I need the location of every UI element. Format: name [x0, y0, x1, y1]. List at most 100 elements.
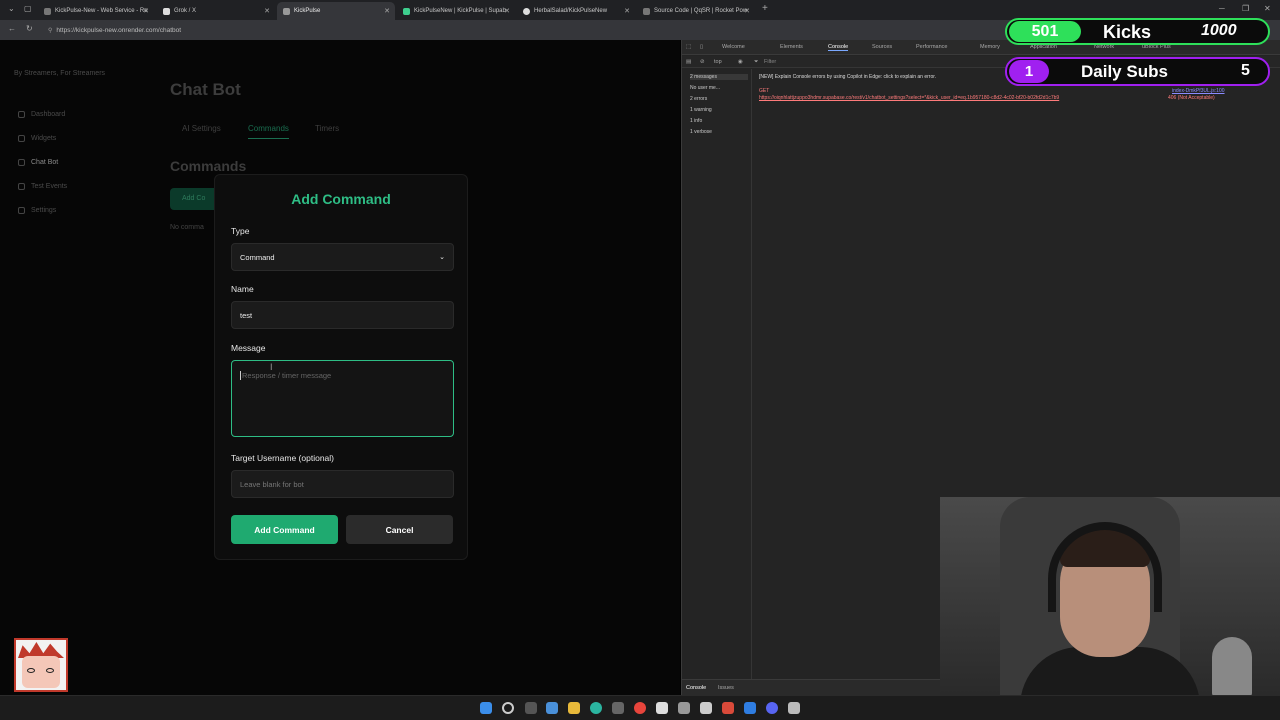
x-icon[interactable]: [656, 702, 668, 714]
category-verbose[interactable]: 1 verbose: [690, 129, 712, 135]
target-username-placeholder: Leave blank for bot: [240, 479, 304, 489]
cancel-button[interactable]: Cancel: [346, 515, 453, 544]
devtools-tab-elements[interactable]: Elements: [780, 44, 803, 50]
maximize-icon[interactable]: ❐: [1242, 4, 1249, 13]
webcam-feed: [940, 497, 1280, 695]
devtools-tab-welcome[interactable]: Welcome: [722, 44, 745, 50]
target-username-field[interactable]: Leave blank for bot: [231, 470, 454, 498]
error-url[interactable]: https://oiqnhlattjzuppo3hdmr.supabase.co…: [759, 95, 1059, 101]
widgets-icon[interactable]: [546, 702, 558, 714]
tab-timers[interactable]: Timers: [315, 124, 339, 133]
tab-label: KickPulseNew | KickPulse | Supab: [414, 8, 506, 14]
drawer-tab-issues[interactable]: Issues: [718, 685, 734, 691]
filter-icon: ⏷: [754, 59, 759, 65]
kicks-goal: 1000: [1201, 22, 1237, 39]
widgets-icon: [18, 135, 25, 142]
close-icon[interactable]: ✕: [624, 7, 630, 15]
kicks-goal-bar: 501 Kicks 1000: [1005, 18, 1270, 45]
sidebar-item-settings[interactable]: Settings: [18, 207, 56, 214]
discord-icon[interactable]: [766, 702, 778, 714]
app-icon[interactable]: [722, 702, 734, 714]
type-select[interactable]: Command ⌄: [231, 243, 454, 271]
inspect-icon[interactable]: ⬚: [686, 44, 691, 50]
tab-grok[interactable]: Grok / X ✕: [157, 2, 275, 20]
close-icon[interactable]: ✕: [384, 7, 390, 15]
close-icon[interactable]: ✕: [264, 7, 270, 15]
add-command-background-button[interactable]: Add Co: [170, 188, 220, 210]
back-icon[interactable]: ←: [8, 24, 16, 33]
app-icon[interactable]: [788, 702, 800, 714]
tab-render[interactable]: KickPulse-New - Web Service - Re ✕: [38, 2, 154, 20]
sidebar-toggle-icon[interactable]: ▤: [686, 59, 691, 65]
devtools-tab-performance[interactable]: Performance: [916, 44, 948, 50]
sidebar-item-dashboard[interactable]: Dashboard: [18, 111, 65, 118]
tab-source-code[interactable]: Source Code | QqSR | Rocket Pow ✕: [637, 2, 755, 20]
chat-icon: [18, 159, 25, 166]
tab-supabase[interactable]: KickPulseNew | KickPulse | Supab ✕: [397, 2, 515, 20]
edge-icon[interactable]: [590, 702, 602, 714]
minimize-icon[interactable]: ─: [1219, 4, 1225, 13]
category-user-messages[interactable]: No user me...: [690, 85, 720, 91]
filter-input[interactable]: Filter: [764, 59, 776, 65]
type-value: Command: [240, 252, 275, 262]
category-info[interactable]: 1 info: [690, 118, 702, 124]
modal-title: Add Command: [291, 191, 391, 207]
tab-label: Grok / X: [174, 8, 197, 14]
tab-label: KickPulse-New - Web Service - Re: [55, 8, 148, 14]
tab-commands[interactable]: Commands: [248, 124, 289, 139]
category-warnings[interactable]: 1 warning: [690, 107, 712, 113]
no-commands-text: No comma: [170, 224, 204, 231]
add-command-button[interactable]: Add Command: [231, 515, 338, 544]
avatar-eye: [46, 668, 54, 673]
close-icon[interactable]: ✕: [744, 7, 750, 15]
tab-menu-icon[interactable]: ⌄: [8, 4, 15, 13]
task-view-icon[interactable]: [525, 702, 537, 714]
text-caret: [240, 371, 241, 380]
file-explorer-icon[interactable]: [568, 702, 580, 714]
category-errors[interactable]: 2 errors: [690, 96, 707, 102]
url-field[interactable]: ⚲ https://kickpulse-new.onrender.com/cha…: [48, 24, 668, 36]
devtools-tab-console[interactable]: Console: [828, 44, 849, 51]
new-tab-button[interactable]: +: [762, 3, 768, 14]
context-select[interactable]: top: [714, 59, 722, 65]
refresh-icon[interactable]: ↻: [26, 24, 33, 33]
sidebar-item-label: Settings: [31, 207, 57, 214]
store-icon[interactable]: [612, 702, 624, 714]
app-icon[interactable]: [700, 702, 712, 714]
message-field[interactable]: Response / timer message: [231, 360, 454, 437]
app-icon[interactable]: [678, 702, 690, 714]
sidebar-item-test-events[interactable]: Test Events: [18, 183, 67, 190]
commands-heading: Commands: [170, 158, 247, 174]
window-close-icon[interactable]: ✕: [1264, 4, 1271, 13]
target-username-label: Target Username (optional): [231, 453, 334, 463]
vscode-icon[interactable]: [744, 702, 756, 714]
tab-kickpulse[interactable]: KickPulse ✕: [277, 2, 395, 20]
name-field[interactable]: test: [231, 301, 454, 329]
devtools-tab-sources[interactable]: Sources: [872, 44, 892, 50]
sidebar-item-chat-bot[interactable]: Chat Bot: [18, 159, 58, 166]
close-icon[interactable]: ✕: [143, 7, 149, 15]
error-status: 406 (Not Acceptable): [1168, 95, 1215, 101]
site-info-icon[interactable]: ⚲: [48, 27, 52, 34]
name-label: Name: [231, 284, 254, 294]
subs-count: 1: [1009, 60, 1049, 83]
eye-icon[interactable]: ◉: [738, 59, 743, 65]
clear-console-icon[interactable]: ⊘: [700, 59, 705, 65]
category-messages[interactable]: 2 messages: [690, 74, 748, 80]
sidebar-item-widgets[interactable]: Widgets: [18, 135, 56, 142]
microphone: [1212, 637, 1252, 695]
close-icon[interactable]: ✕: [504, 7, 510, 15]
tab-github[interactable]: HerbalSalad/KickPulseNew ✕: [517, 2, 635, 20]
tab-ai-settings[interactable]: AI Settings: [182, 124, 221, 133]
devtools-tab-memory[interactable]: Memory: [980, 44, 1000, 50]
search-icon[interactable]: [502, 702, 514, 714]
message-placeholder: Response / timer message: [242, 371, 332, 380]
drawer-tab-console[interactable]: Console: [686, 685, 706, 691]
device-icon[interactable]: ▯: [700, 44, 703, 50]
start-icon[interactable]: [480, 702, 492, 714]
error-source-link[interactable]: index-DmkPf3UL.js:100: [1172, 88, 1225, 94]
favicon-icon: [44, 7, 51, 15]
tab-label: KickPulse: [294, 8, 321, 14]
chrome-icon[interactable]: [634, 702, 646, 714]
workspace-icon[interactable]: ▢: [24, 4, 32, 13]
